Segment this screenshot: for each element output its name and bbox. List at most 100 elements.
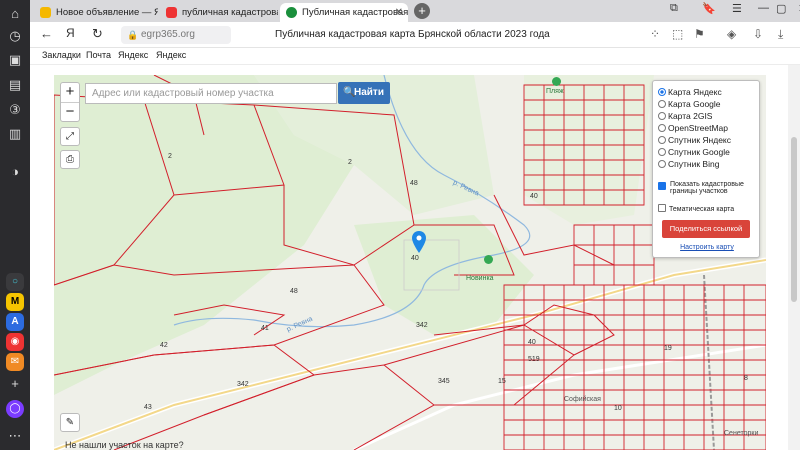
parcel-label: 15: [498, 378, 506, 385]
print-icon[interactable]: ⎙: [60, 150, 80, 169]
radio[interactable]: [658, 160, 666, 168]
ruler-icon[interactable]: ✎: [60, 413, 80, 432]
layer-option-2gis[interactable]: Карта 2GIS: [658, 111, 712, 121]
url-field[interactable]: 🔒 egrp365.org: [121, 26, 231, 44]
minimize-icon[interactable]: —: [758, 2, 769, 14]
search-input[interactable]: [85, 83, 337, 104]
layer-option-bing-sat[interactable]: Спутник Bing: [658, 159, 719, 169]
page-scrollbar[interactable]: [788, 65, 800, 450]
downloads-icon[interactable]: ▤: [5, 75, 25, 95]
fullscreen-icon[interactable]: ⤢: [60, 127, 80, 146]
bookmark-item[interactable]: Почта: [86, 50, 111, 60]
zoom-control: + −: [60, 82, 80, 122]
parcel-label: 43: [144, 404, 152, 411]
beach-icon: [552, 77, 561, 86]
radio[interactable]: [658, 100, 666, 108]
more-icon[interactable]: ⋯: [5, 426, 25, 446]
app-maps-icon[interactable]: ◉: [6, 333, 24, 351]
thematic-map-toggle[interactable]: Тематическая карта: [658, 204, 734, 213]
parcel-label: 48: [410, 180, 418, 187]
checkbox-checked[interactable]: [658, 182, 666, 190]
back-icon[interactable]: ←: [40, 26, 53, 41]
add-app-icon[interactable]: +: [5, 374, 25, 394]
new-tab-button[interactable]: +: [414, 3, 430, 19]
not-found-hint[interactable]: Не нашли участок на карте?: [65, 440, 184, 450]
zoom-out-icon[interactable]: −: [61, 102, 79, 121]
protect-icon[interactable]: ◈: [727, 27, 736, 41]
home-icon[interactable]: ⌂: [5, 4, 25, 24]
zoom-in-icon[interactable]: +: [61, 83, 79, 102]
cadastral-borders-toggle[interactable]: Показать кадастровые границы участков: [658, 181, 758, 195]
beach-label: Пляж: [546, 88, 564, 95]
poi-icon: [484, 255, 493, 264]
parcel-label: 342: [416, 322, 428, 329]
reload-icon[interactable]: ↻: [92, 26, 103, 42]
collections-icon[interactable]: ▣: [5, 50, 25, 70]
radio[interactable]: [658, 112, 666, 120]
place-label: Софийская: [564, 396, 601, 403]
configure-map-link[interactable]: Настроить карту: [653, 244, 761, 251]
app-translate-icon[interactable]: A: [6, 313, 24, 331]
parcel-label: 40: [528, 339, 536, 346]
library-icon[interactable]: ▥: [5, 124, 25, 144]
extensions-icon[interactable]: ⁘: [650, 27, 660, 41]
layer-option-yandex-map[interactable]: Карта Яндекс: [658, 87, 722, 97]
tab-3-active[interactable]: Публичная кадастровая ✕: [280, 3, 408, 22]
parcel-label: 10: [614, 405, 622, 412]
radio-selected[interactable]: [658, 88, 666, 96]
page-title: Публичная кадастровая карта Брянской обл…: [275, 29, 550, 40]
assistant-icon[interactable]: ◯: [6, 400, 24, 418]
tab-1[interactable]: Новое объявление — Янд: [34, 3, 158, 22]
parcel-label: 40: [411, 255, 419, 262]
menu-icon[interactable]: ☰: [732, 2, 742, 15]
yandex-icon[interactable]: Я: [66, 26, 75, 40]
scrollbar-thumb[interactable]: [791, 137, 797, 302]
close-tab-icon[interactable]: ✕: [395, 3, 403, 22]
tabs-overview-icon[interactable]: ⧉: [670, 2, 678, 15]
bookmark-page-icon[interactable]: ⚑: [694, 27, 705, 41]
search-button[interactable]: 🔍 Найти: [338, 82, 390, 104]
history-icon[interactable]: ◷: [5, 26, 25, 46]
downloads-bar-icon[interactable]: ⇩: [753, 27, 763, 41]
bookmark-item[interactable]: Яндекс: [118, 50, 148, 60]
translate-icon[interactable]: ⬚: [672, 27, 683, 41]
place-label: Сенеторки: [724, 430, 759, 437]
app-market-icon[interactable]: M: [6, 293, 24, 311]
radio[interactable]: [658, 136, 666, 144]
search-icon: 🔍: [343, 87, 356, 98]
maximize-icon[interactable]: ▢: [776, 2, 786, 15]
parcel-label: 345: [438, 378, 450, 385]
tab-favicon-icon: [166, 7, 177, 18]
radio[interactable]: [658, 148, 666, 156]
tab-label: Публичная кадастровая: [302, 7, 408, 18]
tab-label: публичная кадастровая к: [182, 7, 278, 18]
checkbox[interactable]: [658, 204, 666, 212]
parcel-label: 519: [528, 356, 540, 363]
layer-label: Карта Google: [668, 99, 721, 109]
profile-icon[interactable]: ◑: [5, 162, 25, 182]
bookmark-item[interactable]: Яндекс: [156, 50, 186, 60]
app-mail-icon[interactable]: ✉: [6, 353, 24, 371]
layer-label: Спутник Bing: [668, 159, 720, 169]
address-bar: ← Я ↻ 🔒 egrp365.org Публичная кадастрова…: [30, 22, 800, 48]
parcel-label: 42: [160, 342, 168, 349]
download-icon[interactable]: ⤓: [778, 27, 783, 42]
village-label: Новинка: [466, 275, 494, 282]
layer-option-yandex-sat[interactable]: Спутник Яндекс: [658, 135, 731, 145]
layer-option-google-sat[interactable]: Спутник Google: [658, 147, 730, 157]
layer-option-google-map[interactable]: Карта Google: [658, 99, 721, 109]
layer-label: OpenStreetMap: [668, 123, 729, 133]
app-alice-icon[interactable]: ○: [6, 273, 24, 291]
layer-option-osm[interactable]: OpenStreetMap: [658, 123, 728, 133]
url-text: egrp365.org: [141, 29, 195, 40]
tab-2[interactable]: публичная кадастровая к: [160, 3, 278, 22]
bookmark-item[interactable]: Закладки: [42, 50, 81, 60]
bookmarks-bar: Закладки Почта Яндекс Яндекс: [30, 48, 800, 65]
share-link-button[interactable]: Поделиться ссылкой: [662, 220, 750, 238]
map-pin-icon[interactable]: [412, 231, 426, 253]
counter-icon[interactable]: ③: [5, 100, 25, 120]
bookmarks-icon[interactable]: 🔖: [702, 2, 716, 15]
tab-favicon-icon: [286, 7, 297, 18]
radio[interactable]: [658, 124, 666, 132]
parcel-label: 48: [290, 288, 298, 295]
